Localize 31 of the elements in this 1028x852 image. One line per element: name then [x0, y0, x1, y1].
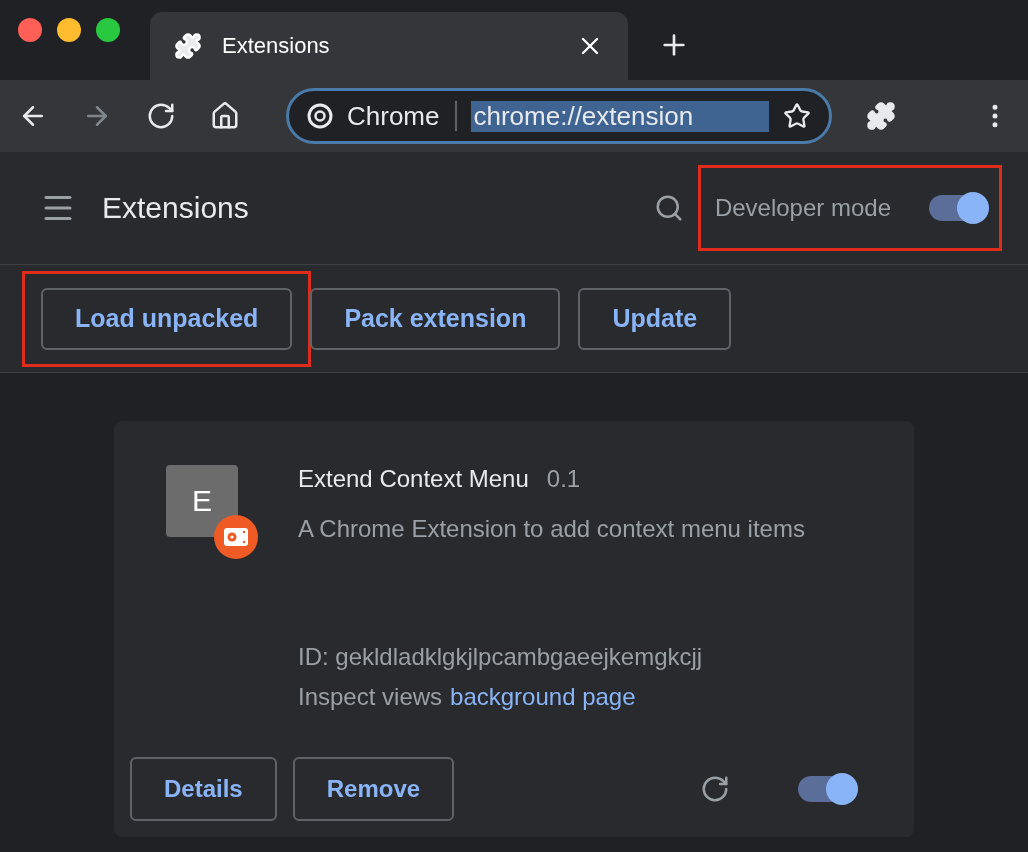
page-title: Extensions	[102, 191, 250, 225]
zoom-window-button[interactable]	[96, 18, 120, 42]
extension-description: A Chrome Extension to add context menu items	[298, 515, 805, 543]
address-bar[interactable]: Chrome chrome://extension	[286, 88, 832, 144]
extension-version: 0.1	[546, 465, 581, 493]
browser-logo-icon	[307, 103, 333, 129]
puzzle-icon	[174, 32, 202, 60]
extension-id: ID: gekldladklgkjlpcambgaeejkemgkcjj	[298, 643, 704, 671]
action-button[interactable]: Update	[578, 287, 732, 350]
badge-icon	[214, 515, 258, 559]
developer-mode-label: Developer mode	[714, 194, 891, 222]
reload-icon[interactable]	[146, 101, 176, 131]
star-icon[interactable]	[783, 102, 811, 130]
site-label: Chrome	[347, 101, 458, 131]
background-page-link[interactable]: background page	[450, 683, 636, 711]
home-icon[interactable]	[210, 101, 240, 131]
browser-tab[interactable]: Extensions	[150, 12, 628, 80]
extension-name: Extend Context Menu	[298, 465, 529, 493]
reload-icon[interactable]	[700, 774, 730, 804]
minimize-window-button[interactable]	[57, 18, 81, 42]
puzzle-icon[interactable]	[866, 101, 896, 131]
tab-title: Extensions	[222, 33, 331, 59]
extension-toggle[interactable]	[796, 773, 858, 805]
card-button[interactable]: Details	[130, 757, 277, 821]
action-button[interactable]: Pack extension	[310, 287, 561, 350]
card-button[interactable]: Remove	[292, 757, 455, 821]
url-text: chrome://extension	[471, 100, 769, 132]
close-window-button[interactable]	[18, 18, 42, 42]
action-button[interactable]: Load unpacked	[41, 287, 293, 350]
inspect-views-label: Inspect views	[298, 683, 443, 711]
developer-mode-toggle[interactable]	[927, 192, 989, 224]
